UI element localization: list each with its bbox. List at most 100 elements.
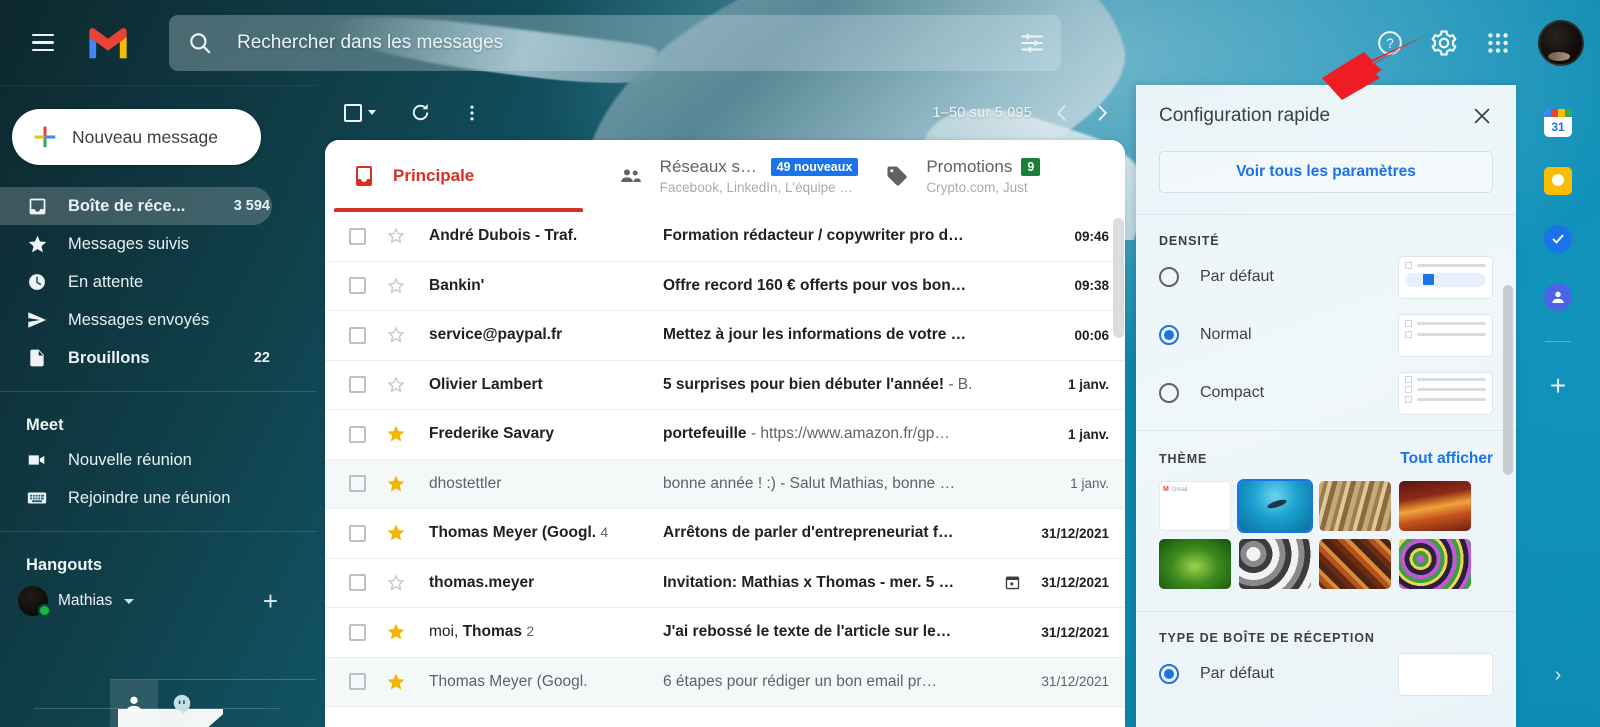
compose-button[interactable]: Nouveau message bbox=[12, 109, 261, 165]
row-checkbox[interactable] bbox=[349, 673, 366, 691]
theme-thumb-default-light[interactable]: M Gmail bbox=[1159, 481, 1231, 531]
star-icon bbox=[26, 233, 48, 255]
person-icon[interactable] bbox=[110, 679, 158, 727]
sidebar-item-inbox[interactable]: Boîte de réce... 3 594 bbox=[0, 187, 272, 225]
close-icon[interactable] bbox=[1464, 98, 1500, 134]
density-option-compact[interactable]: Compact bbox=[1136, 364, 1516, 422]
refresh-button[interactable] bbox=[400, 93, 440, 133]
theme-view-all-link[interactable]: Tout afficher bbox=[1400, 431, 1493, 468]
star-icon[interactable] bbox=[385, 474, 407, 494]
table-row[interactable]: dhostettler bonne année ! :) - Salut Math… bbox=[325, 459, 1125, 509]
star-icon[interactable] bbox=[385, 573, 407, 593]
sidebar-item-drafts[interactable]: Brouillons 22 bbox=[0, 339, 272, 377]
pagination-controls bbox=[1042, 93, 1122, 133]
table-row[interactable]: Olivier Lambert 5 surprises pour bien déb… bbox=[325, 360, 1125, 410]
tune-options-icon[interactable] bbox=[1019, 30, 1045, 56]
select-all-checkbox[interactable] bbox=[340, 93, 380, 133]
search-input[interactable]: Rechercher dans les messages bbox=[237, 32, 1019, 54]
email-sender: Thomas Meyer (Googl. bbox=[429, 672, 588, 690]
hangouts-chat-icon[interactable] bbox=[158, 680, 206, 727]
email-sender: Olivier Lambert bbox=[429, 375, 543, 393]
radio-icon-selected bbox=[1159, 325, 1179, 345]
sidebar-item-sent[interactable]: Messages envoyés bbox=[0, 301, 272, 339]
row-checkbox[interactable] bbox=[349, 277, 366, 295]
row-checkbox[interactable] bbox=[349, 326, 366, 344]
prev-page-button[interactable] bbox=[1042, 93, 1082, 133]
theme-thumb-autumn-leaves[interactable] bbox=[1319, 539, 1391, 589]
google-keep-icon[interactable] bbox=[1544, 167, 1572, 195]
sidebar-item-new-meeting[interactable]: Nouvelle réunion bbox=[0, 441, 272, 479]
theme-section-title: THÈME bbox=[1159, 452, 1208, 466]
theme-thumb-green-leaf[interactable] bbox=[1159, 539, 1231, 589]
row-checkbox[interactable] bbox=[349, 227, 366, 245]
table-row[interactable]: Frederike Savary portefeuille - https://w… bbox=[325, 410, 1125, 460]
sidebar-item-starred[interactable]: Messages suivis bbox=[0, 225, 272, 263]
google-calendar-icon[interactable]: 31 bbox=[1544, 109, 1572, 137]
table-row[interactable]: Bankin' Offre record 160 € offerts pour v… bbox=[325, 261, 1125, 311]
tab-promotions[interactable]: Promotions 9 Crypto.com, Just bbox=[858, 140, 1125, 212]
row-checkbox[interactable] bbox=[349, 425, 366, 443]
inbox-type-option-default[interactable]: Par défaut bbox=[1136, 645, 1516, 703]
row-checkbox[interactable] bbox=[349, 376, 366, 394]
hamburger-icon[interactable] bbox=[19, 19, 67, 67]
star-icon[interactable] bbox=[385, 622, 407, 642]
density-option-normal[interactable]: Normal bbox=[1136, 306, 1516, 364]
mail-list-scrollbar[interactable] bbox=[1113, 218, 1124, 726]
density-option-default[interactable]: Par défaut bbox=[1136, 248, 1516, 306]
row-checkbox[interactable] bbox=[349, 524, 366, 542]
theme-thumb-canyon-sunset[interactable] bbox=[1399, 481, 1471, 531]
row-checkbox[interactable] bbox=[349, 574, 366, 592]
sidebar-item-join-meeting[interactable]: Rejoindre une réunion bbox=[0, 479, 272, 517]
sidebar-item-count: 22 bbox=[253, 350, 270, 366]
star-icon[interactable] bbox=[385, 523, 407, 543]
search-bar[interactable]: Rechercher dans les messages bbox=[169, 14, 1061, 71]
table-row[interactable]: Thomas Meyer (Googl. 6 étapes pour rédige… bbox=[325, 657, 1125, 707]
sidebar-item-snoozed[interactable]: En attente bbox=[0, 263, 272, 301]
row-checkbox[interactable] bbox=[349, 475, 366, 493]
table-row[interactable]: thomas.meyer Invitation: Mathias x Thomas… bbox=[325, 558, 1125, 608]
table-row[interactable]: Thomas Meyer (Googl. 4 Arrêtons de parler… bbox=[325, 509, 1125, 559]
row-checkbox[interactable] bbox=[349, 623, 366, 641]
tab-reseaux-sociaux[interactable]: Réseaux soci... 49 nouveaux Facebook, Li… bbox=[592, 140, 859, 212]
email-sender: Thomas Meyer (Googl. 4 bbox=[429, 524, 609, 542]
hangouts-user-row[interactable]: Mathias + bbox=[0, 581, 316, 621]
chevron-down-icon[interactable] bbox=[124, 598, 135, 604]
google-contacts-icon[interactable] bbox=[1544, 283, 1572, 311]
sidebar-item-label: Boîte de réce... bbox=[68, 196, 186, 215]
view-all-settings-button[interactable]: Voir tous les paramètres bbox=[1159, 151, 1493, 193]
google-tasks-icon[interactable] bbox=[1544, 225, 1572, 253]
tab-badge: 9 bbox=[1021, 158, 1041, 176]
google-apps-button[interactable] bbox=[1474, 19, 1522, 67]
chevron-down-icon[interactable] bbox=[368, 110, 376, 115]
star-icon[interactable] bbox=[385, 424, 407, 444]
next-page-button[interactable] bbox=[1082, 93, 1122, 133]
settings-gear-button[interactable] bbox=[1420, 19, 1468, 67]
email-subject: Arrêtons de parler d'entrepreneuriat f… bbox=[663, 524, 954, 542]
star-icon[interactable] bbox=[385, 325, 407, 345]
hangouts-user-name: Mathias bbox=[58, 592, 113, 609]
avatar[interactable] bbox=[1538, 19, 1584, 66]
star-icon[interactable] bbox=[385, 226, 407, 246]
gear-icon bbox=[1431, 29, 1457, 56]
theme-thumb-wood-blocks[interactable] bbox=[1319, 481, 1391, 531]
star-icon[interactable] bbox=[385, 672, 407, 692]
rail-add-button[interactable]: + bbox=[1550, 372, 1566, 400]
theme-thumb-purple-flowers[interactable] bbox=[1399, 539, 1471, 589]
density-preview-normal bbox=[1398, 313, 1493, 357]
star-icon[interactable] bbox=[385, 375, 407, 395]
star-icon[interactable] bbox=[385, 276, 407, 296]
table-row[interactable]: moi, Thomas 2 J'ai rebossé le texte de l'… bbox=[325, 608, 1125, 658]
table-row[interactable]: service@paypal.fr Mettez à jour les infor… bbox=[325, 311, 1125, 361]
theme-thumb-grey-spheres[interactable] bbox=[1239, 539, 1311, 589]
gmail-brand[interactable] bbox=[86, 26, 139, 60]
tab-sublabel: Facebook, LinkedIn, L'équipe d'... bbox=[659, 180, 859, 195]
help-button[interactable]: ? bbox=[1366, 19, 1414, 67]
table-row[interactable]: André Dubois - Traf. Formation rédacteur … bbox=[325, 212, 1125, 262]
hangouts-add-button[interactable]: + bbox=[263, 588, 278, 614]
theme-thumb-whale-underwater[interactable] bbox=[1237, 479, 1313, 533]
rail-collapse-button[interactable]: › bbox=[1555, 664, 1562, 687]
more-options-button[interactable] bbox=[452, 93, 492, 133]
email-sender: Bankin' bbox=[429, 276, 485, 294]
settings-scrollbar[interactable] bbox=[1503, 285, 1513, 475]
tab-principale[interactable]: Principale bbox=[325, 140, 592, 212]
